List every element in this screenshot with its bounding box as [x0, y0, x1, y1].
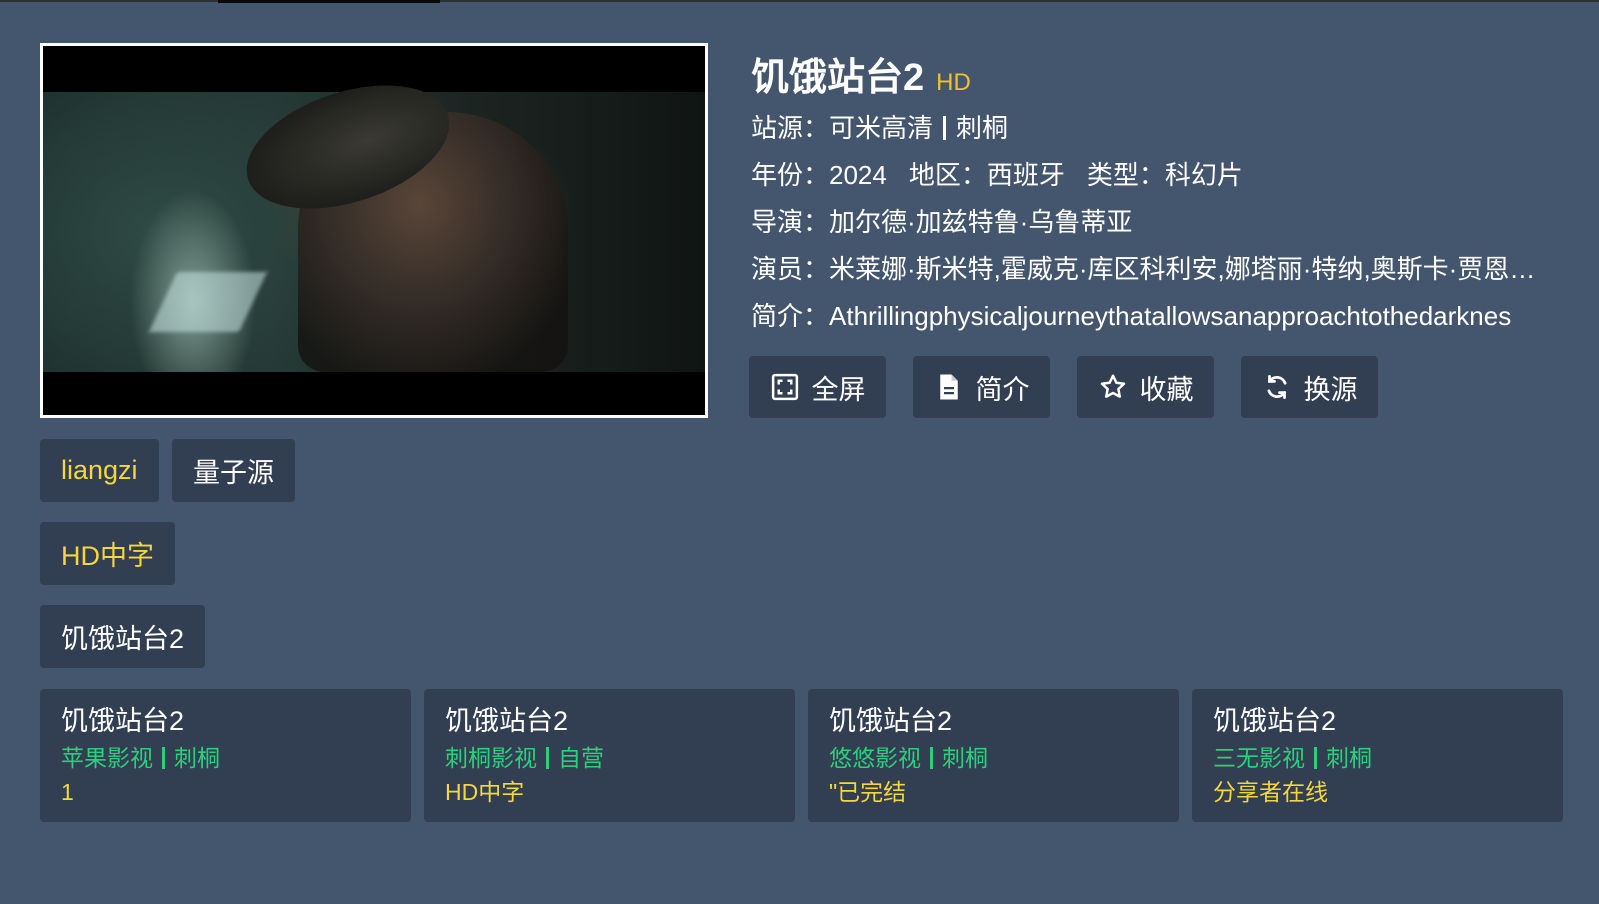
region-label: 地区：: [908, 160, 987, 190]
card-site: 悠悠影视: [829, 745, 921, 771]
source-owner: 刺桐: [956, 113, 1009, 143]
document-icon: [939, 374, 958, 400]
year-label: 年份：: [751, 160, 830, 190]
card-source: 刺桐影视 自营: [445, 741, 775, 775]
episode-group-label: HD中字: [61, 541, 154, 571]
star-icon: [1100, 374, 1125, 398]
favorite-button[interactable]: 收藏: [1077, 356, 1214, 418]
cast-line: 演员：米莱娜·斯米特,霍威克·库区科利安,娜塔丽·特纳,奥斯卡·贾恩…: [751, 249, 1541, 286]
video-frame: [43, 62, 705, 372]
card-site: 三无影视: [1213, 745, 1305, 771]
source-site: 可米高清: [829, 113, 934, 143]
fullscreen-button[interactable]: 全屏: [749, 356, 886, 418]
separator: [162, 747, 165, 769]
intro-label: 简介：: [751, 301, 830, 331]
card-note: 1: [61, 779, 74, 805]
video-player[interactable]: [40, 43, 708, 418]
separator: [546, 747, 549, 769]
switch-source-button[interactable]: 换源: [1241, 356, 1378, 418]
intro-button[interactable]: 简介: [913, 356, 1050, 418]
top-status-bar: [0, 0, 1599, 3]
director-label: 导演：: [751, 207, 830, 237]
card-title: 饥饿站台2: [445, 706, 569, 736]
switch-source-label: 换源: [1303, 374, 1358, 405]
card-source: 悠悠影视 刺桐: [829, 741, 1159, 775]
video-light: [149, 272, 267, 332]
meta-line: 年份：2024 地区：西班牙 类型：科幻片: [751, 155, 1243, 192]
source-card[interactable]: 饥饿站台2 刺桐影视 自营 HD中字: [424, 689, 795, 822]
card-owner: 刺桐: [1326, 745, 1372, 771]
separator: [930, 747, 933, 769]
favorite-label: 收藏: [1139, 374, 1194, 405]
card-owner: 自营: [558, 745, 604, 771]
intro-line: 简介：Athrillingphysicaljourneythatallowsan…: [751, 296, 1561, 333]
card-site: 苹果影视: [61, 745, 153, 771]
director-line: 导演：加尔德·加兹特鲁·乌鲁蒂亚: [751, 202, 1132, 239]
fullscreen-icon: [771, 373, 798, 401]
separator: [1314, 747, 1317, 769]
card-title: 饥饿站台2: [1213, 706, 1337, 736]
refresh-icon: [1267, 375, 1286, 399]
director-value: 加尔德·加兹特鲁·乌鲁蒂亚: [829, 207, 1133, 237]
title-row: 饥饿站台2 HD: [751, 46, 971, 101]
source-card[interactable]: 饥饿站台2 悠悠影视 刺桐 "已完结: [808, 689, 1179, 822]
episode-label: 饥饿站台2: [61, 624, 185, 654]
cast-label: 演员：: [751, 254, 830, 284]
source-card[interactable]: 饥饿站台2 苹果影视 刺桐 1: [40, 689, 411, 822]
fullscreen-label: 全屏: [811, 374, 866, 405]
card-title: 饥饿站台2: [829, 706, 953, 736]
episode-button[interactable]: 饥饿站台2: [40, 605, 206, 668]
source-tab-liangzi[interactable]: liangzi: [40, 439, 159, 502]
separator: [943, 116, 947, 140]
source-tab-name[interactable]: 量子源: [172, 439, 295, 502]
genre-label: 类型：: [1086, 160, 1165, 190]
card-source: 苹果影视 刺桐: [61, 741, 391, 775]
card-title: 饥饿站台2: [61, 706, 185, 736]
card-note: HD中字: [445, 779, 525, 805]
source-tab-label: liangzi: [61, 455, 138, 485]
year-value: 2024: [829, 160, 887, 190]
source-line: 站源：可米高清 刺桐: [751, 108, 1008, 145]
source-label: 站源：: [751, 113, 830, 143]
top-bar-segment: [218, 0, 440, 3]
quality-badge: HD: [936, 69, 971, 96]
card-site: 刺桐影视: [445, 745, 537, 771]
card-owner: 刺桐: [174, 745, 220, 771]
card-note: 分享者在线: [1213, 779, 1328, 805]
episode-group-tab[interactable]: HD中字: [40, 522, 175, 585]
source-card[interactable]: 饥饿站台2 三无影视 刺桐 分享者在线: [1192, 689, 1563, 822]
intro-label-btn: 简介: [975, 374, 1030, 405]
genre-value: 科幻片: [1164, 160, 1243, 190]
movie-title: 饥饿站台2: [751, 57, 925, 99]
card-source: 三无影视 刺桐: [1213, 741, 1543, 775]
source-name-label: 量子源: [193, 458, 274, 488]
card-note: "已完结: [829, 779, 907, 805]
region-value: 西班牙: [986, 160, 1065, 190]
intro-value: Athrillingphysicaljourneythatallowsanapp…: [829, 301, 1512, 331]
cast-value: 米莱娜·斯米特,霍威克·库区科利安,娜塔丽·特纳,奥斯卡·贾恩…: [829, 254, 1536, 284]
card-owner: 刺桐: [942, 745, 988, 771]
